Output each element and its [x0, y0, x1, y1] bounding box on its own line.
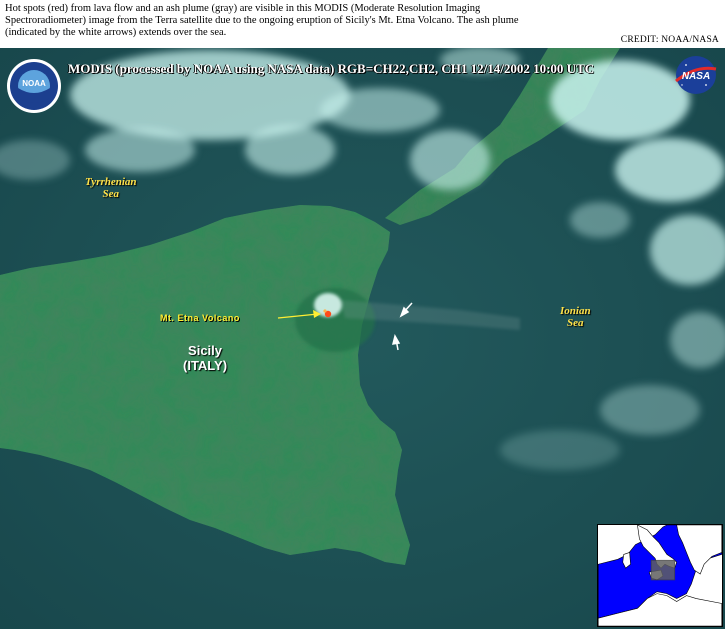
- image-banner: MODIS (processed by NOAA using NASA data…: [68, 61, 595, 76]
- volcano-label: Mt. Etna Volcano: [160, 313, 240, 323]
- sea-label-line: Sea: [567, 317, 584, 329]
- sea-label-line: Ionian: [560, 305, 591, 317]
- image-credit: CREDIT: NOAA/NASA: [620, 35, 719, 45]
- image-caption: Hot spots (red) from lava flow and an as…: [5, 3, 519, 38]
- sea-label-line: Sea: [102, 188, 120, 200]
- sicily-label: Sicily (ITALY): [183, 343, 227, 373]
- inset-location-box: [650, 559, 676, 581]
- svg-text:NASA: NASA: [682, 71, 710, 82]
- svg-text:NOAA: NOAA: [22, 79, 46, 88]
- sicily-label-line: (ITALY): [183, 358, 228, 373]
- sicily-label-line: Sicily: [188, 343, 223, 358]
- tyrrhenian-sea-label: Tyrrhenian Sea: [85, 176, 137, 200]
- caption-area: Hot spots (red) from lava flow and an as…: [0, 0, 725, 48]
- lava-hotspot: [323, 309, 327, 313]
- nasa-logo: NASA: [675, 56, 717, 94]
- ionian-sea-label: Ionian Sea: [560, 305, 591, 329]
- locator-inset-map: [597, 524, 723, 627]
- sea-label-line: Tyrrhenian: [85, 176, 137, 188]
- noaa-logo: NOAA: [7, 59, 61, 113]
